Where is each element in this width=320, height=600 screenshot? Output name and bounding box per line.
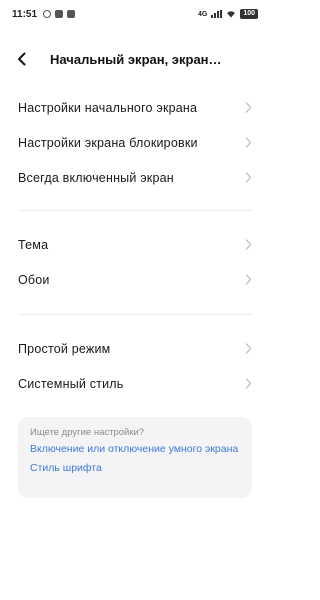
section-divider [18, 210, 252, 211]
chevron-right-icon [244, 137, 252, 149]
signal-icon [211, 10, 223, 18]
sync-icon [43, 10, 52, 18]
settings-item-label: Всегда включенный экран [18, 170, 174, 185]
suggestions-card: Ищете другие настройки? Включение или от… [18, 417, 252, 498]
chevron-right-icon [244, 172, 252, 184]
settings-item-wallpaper[interactable]: Обои [0, 262, 270, 297]
settings-item-system-style[interactable]: Системный стиль [0, 366, 270, 401]
settings-item-simple-mode[interactable]: Простой режим [0, 331, 270, 366]
wifi-icon [227, 11, 236, 18]
settings-item-label: Настройки начального экрана [18, 100, 198, 115]
chevron-right-icon [244, 343, 252, 355]
status-right: 4G 100 [198, 9, 258, 19]
message-icon [55, 10, 64, 18]
notification-icons [43, 10, 76, 18]
settings-item-label: Простой режим [18, 341, 111, 356]
page-header: Начальный экран, экран… [0, 44, 270, 74]
settings-item-label: Тема [18, 237, 49, 252]
settings-item-always-on-display[interactable]: Всегда включенный экран [0, 160, 270, 195]
notification-icon [67, 10, 76, 18]
status-bar: 11:51 4G 100 [0, 0, 270, 28]
settings-group-modes: Простой режим Системный стиль [0, 331, 270, 401]
settings-group-appearance: Тема Обои [0, 227, 270, 297]
settings-item-theme[interactable]: Тема [0, 227, 270, 262]
settings-item-label: Настройки экрана блокировки [18, 135, 198, 150]
settings-item-home-screen[interactable]: Настройки начального экрана [0, 90, 270, 125]
suggestions-hint: Ищете другие настройки? [30, 427, 145, 438]
suggestion-link-font-style[interactable]: Стиль шрифта [30, 461, 240, 475]
chevron-right-icon [244, 102, 252, 114]
section-divider [18, 314, 252, 315]
settings-group-screens: Настройки начального экрана Настройки эк… [0, 90, 270, 195]
network-type-label: 4G [197, 10, 208, 18]
suggestion-link-smart-screen[interactable]: Включение или отключение умного экрана [30, 442, 240, 456]
page-title: Начальный экран, экран… [50, 51, 222, 67]
settings-item-label: Обои [18, 272, 50, 287]
back-button[interactable] [0, 44, 44, 74]
chevron-right-icon [244, 274, 252, 286]
status-time: 11:51 [12, 8, 38, 20]
chevron-right-icon [244, 239, 252, 251]
battery-indicator: 100 [240, 9, 258, 19]
settings-item-lock-screen[interactable]: Настройки экрана блокировки [0, 125, 270, 160]
settings-item-label: Системный стиль [18, 376, 124, 391]
chevron-right-icon [244, 378, 252, 390]
back-arrow-icon [18, 52, 26, 66]
